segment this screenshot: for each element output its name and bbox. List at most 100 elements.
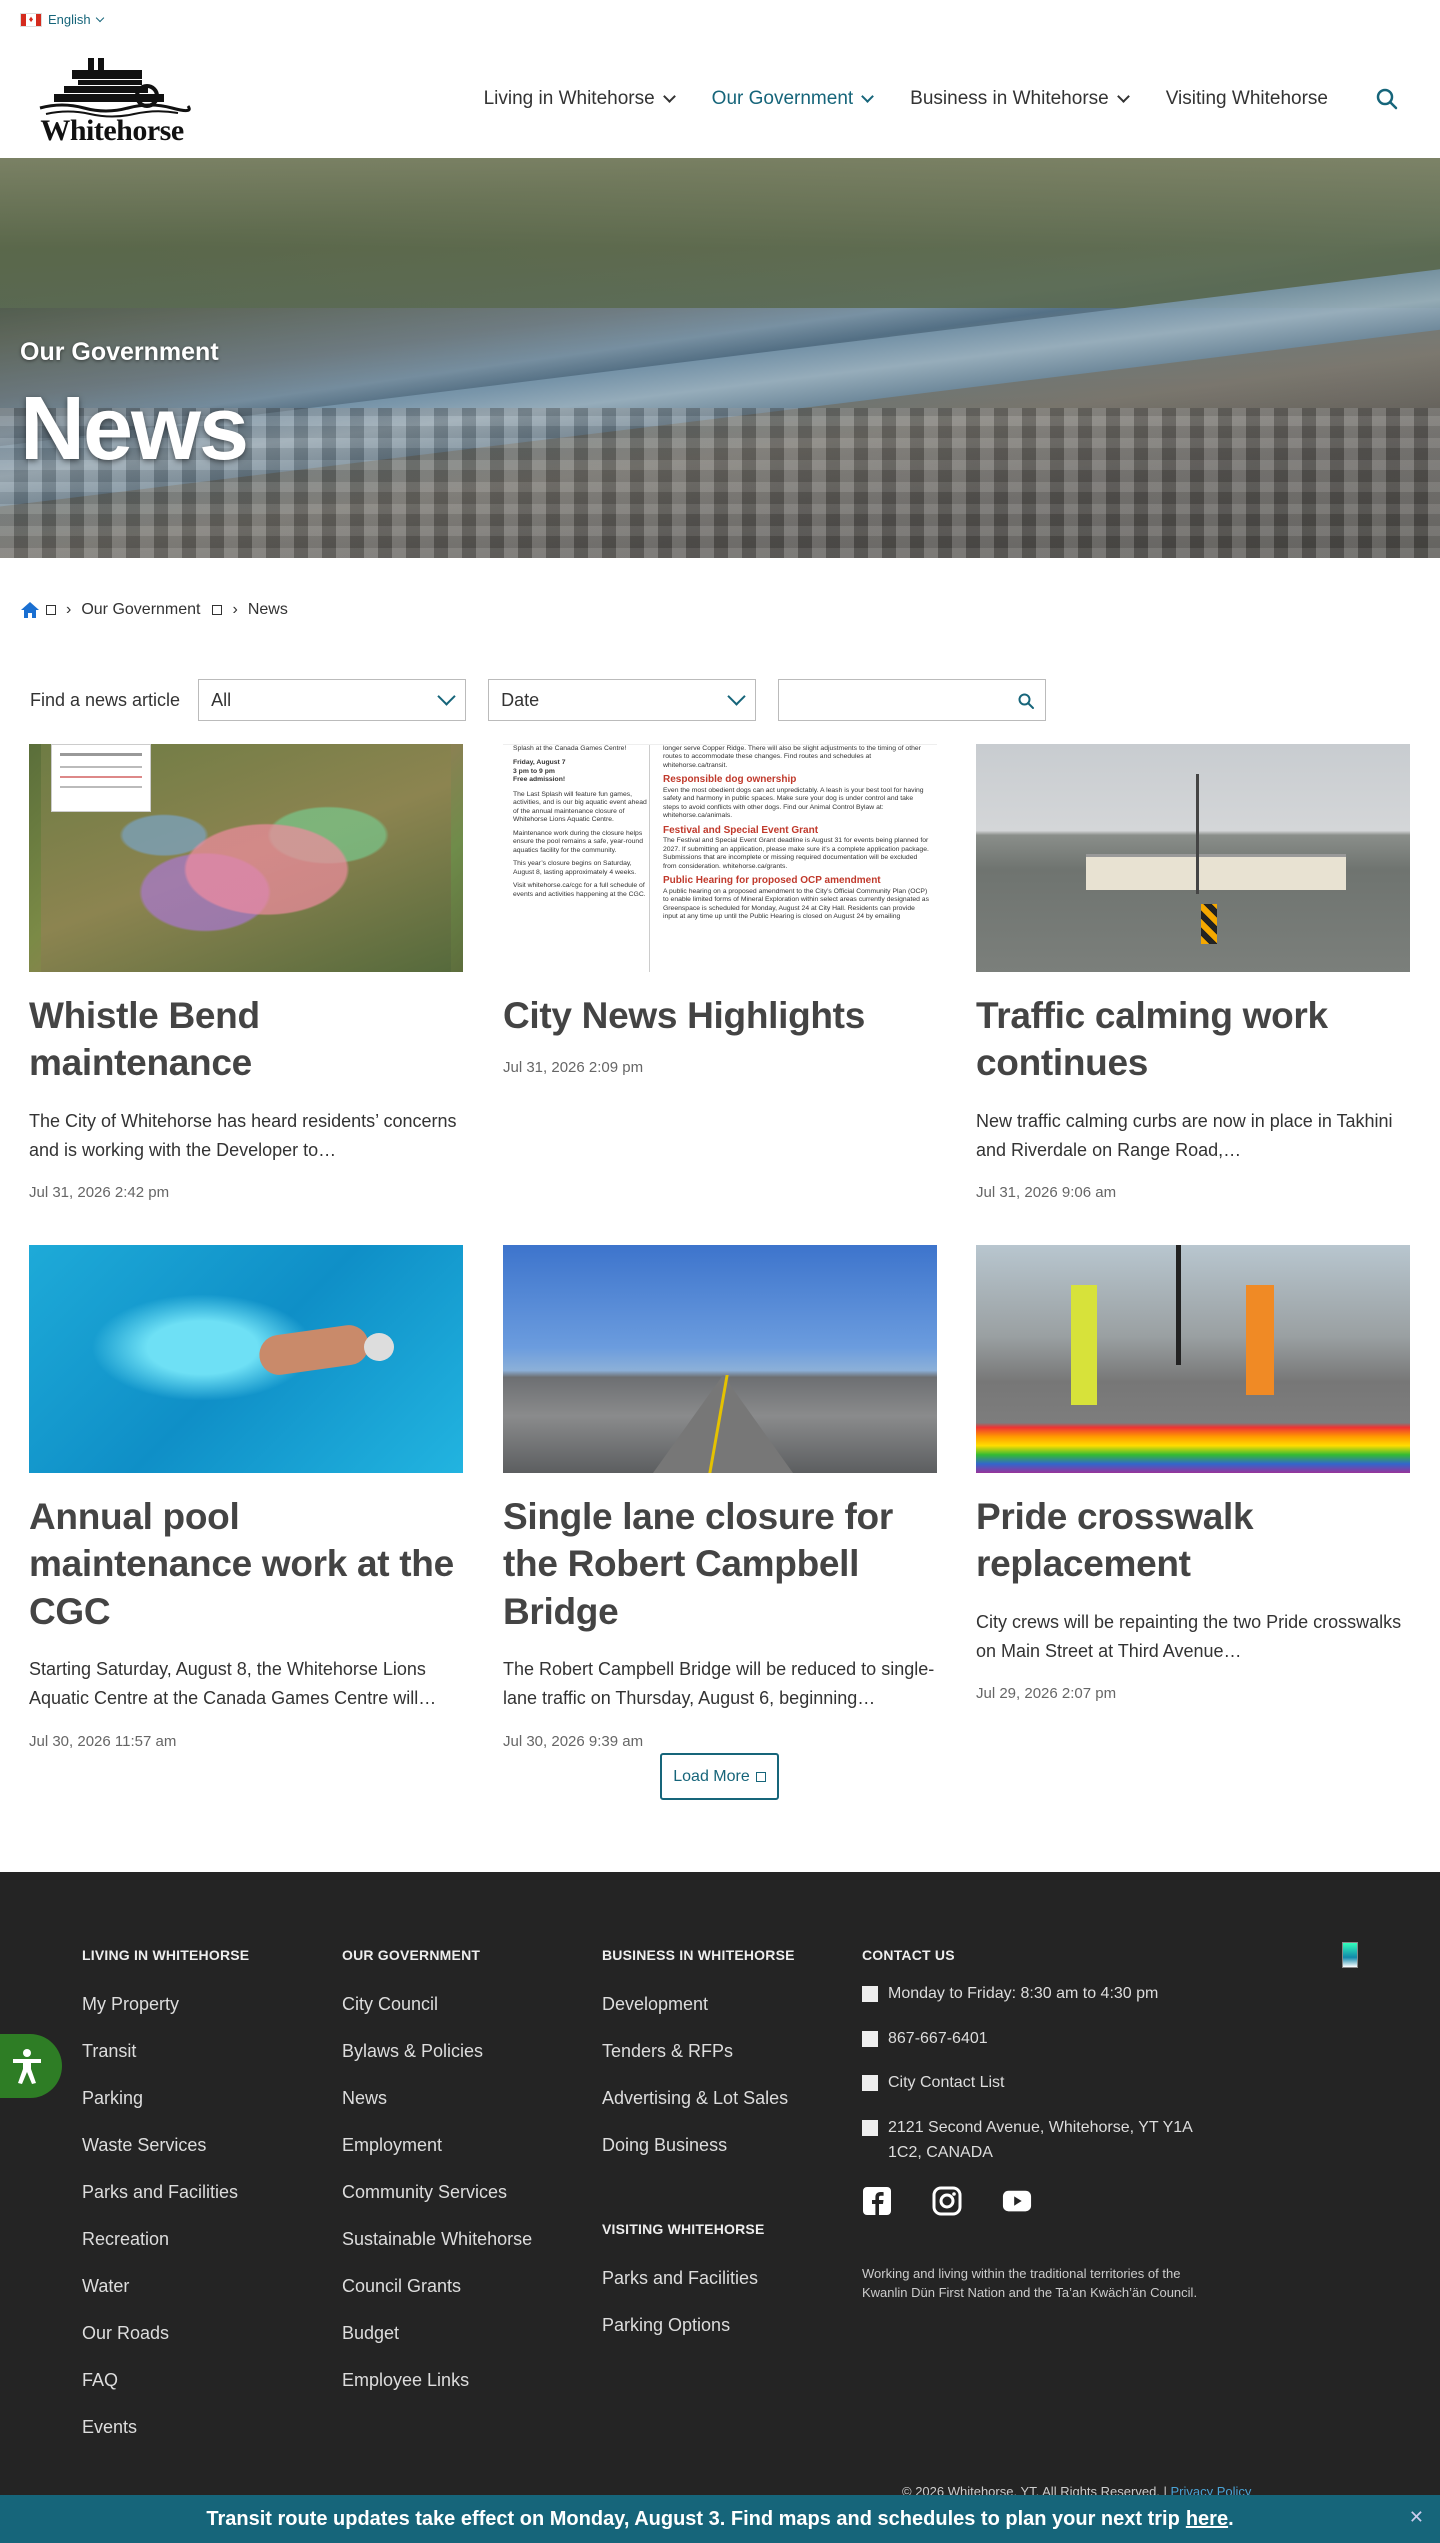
footer-col-living: Living in Whitehorse My Property Transit… [82,1947,249,2451]
footer-link[interactable]: Development [602,1981,795,2028]
contact-text: City Contact List [888,2074,1005,2092]
nav-label: Our Government [711,88,854,109]
card-title[interactable]: Whistle Bend maintenance [29,992,463,1087]
external-link-icon [212,605,223,615]
breadcrumb-separator: › [232,601,238,618]
footer-link[interactable]: Advertising & Lot Sales [602,2075,795,2122]
contact-phone[interactable]: 867-667-6401 [862,2026,1212,2052]
card-title[interactable]: City News Highlights [503,992,937,1039]
contact-text: 867-667-6401 [888,2029,988,2047]
footer-link[interactable]: Our Roads [82,2310,249,2357]
footer-link[interactable]: Parks and Facilities [602,2255,795,2302]
footer-link[interactable]: Parking Options [602,2302,795,2349]
footer-link[interactable]: Council Grants [342,2263,532,2310]
nav-visiting[interactable]: Visiting Whitehorse [1166,88,1328,110]
doc-text: This year’s closure begins on Saturday, … [513,860,637,876]
footer-link[interactable]: City Council [342,1981,532,2028]
nav-business[interactable]: Business in Whitehorse [910,88,1130,110]
footer-link[interactable]: Recreation [82,2216,249,2263]
badge-icon[interactable] [1342,1942,1358,1968]
footer-link[interactable]: Tenders & RFPs [602,2028,795,2075]
footer-link[interactable]: Bylaws & Policies [342,2028,532,2075]
card-thumbnail[interactable] [503,1245,937,1473]
nav-label: Business in Whitehorse [910,88,1109,109]
contact-hours: Monday to Friday: 8:30 am to 4:30 pm [862,1981,1212,2007]
card-title[interactable]: Single lane closure for the Robert Campb… [503,1493,937,1635]
card-title[interactable]: Pride crosswalk replacement [976,1493,1410,1588]
card-title[interactable]: Annual pool maintenance work at the CGC [29,1493,463,1635]
footer-heading: Contact Us [862,1947,955,1963]
doc-text: Even the most obedient dogs can act unpr… [663,786,924,820]
footer-link[interactable]: Parks and Facilities [82,2169,249,2216]
date-select[interactable]: Date [488,679,757,721]
doc-heading: Public Hearing for proposed OCP amendmen… [663,875,881,887]
footer-heading: Our Government [342,1947,481,1963]
news-search-input[interactable] [779,680,1046,720]
card-thumbnail[interactable]: Splash at the Canada Games Centre! Frida… [503,744,937,972]
chevron-down-icon [662,90,676,103]
news-card[interactable]: Single lane closure for the Robert Campb… [503,1245,937,1750]
news-card[interactable]: Whistle Bend maintenance The City of Whi… [29,744,463,1201]
doc-text: Visit whitehorse.ca/cgc for a full sched… [513,882,646,898]
footer-col-government: Our Government City Council Bylaws & Pol… [342,1947,532,2404]
card-thumbnail[interactable] [29,744,463,972]
card-thumbnail[interactable] [29,1245,463,1473]
close-icon[interactable]: ✕ [1409,2507,1424,2528]
site-logo[interactable]: Whitehorse [32,56,192,148]
footer-link[interactable]: Events [82,2404,249,2451]
search-icon[interactable] [1374,86,1400,112]
accessibility-icon[interactable] [0,2034,62,2098]
alert-link[interactable]: here [1186,2508,1228,2531]
footer-link[interactable]: Sustainable Whitehorse [342,2216,532,2263]
card-title[interactable]: Traffic calming work continues [976,992,1410,1087]
home-icon[interactable] [20,601,56,619]
footer-link[interactable]: Budget [342,2310,532,2357]
footer-link[interactable]: Parking [82,2075,249,2122]
doc-text: Free admission! [513,776,566,784]
footer-link[interactable]: FAQ [82,2357,249,2404]
footer-link[interactable]: News [342,2075,532,2122]
instagram-icon[interactable] [932,2186,962,2216]
doc-text: A public hearing on a proposed amendment… [663,887,929,921]
logo-wordmark: Whitehorse [40,114,184,147]
contact-address: 2121 Second Avenue, Whitehorse, YT Y1A 1… [862,2115,1212,2166]
load-more-button[interactable]: Load More [660,1753,779,1800]
news-search-field[interactable] [778,679,1047,721]
news-card[interactable]: Traffic calming work continues New traff… [976,744,1410,1201]
main-nav: Living in Whitehorse Our Government Busi… [484,86,1400,112]
language-selector[interactable]: ♦ English [20,12,104,27]
nav-government[interactable]: Our Government [711,88,875,110]
card-description: New traffic calming curbs are now in pla… [976,1110,1393,1160]
list-icon [862,2075,878,2092]
footer-link[interactable]: Community Services [342,2169,532,2216]
location-icon [862,2119,878,2136]
news-card[interactable]: Splash at the Canada Games Centre! Frida… [503,744,937,1076]
breadcrumb-item-government[interactable]: Our Government [81,601,200,619]
traffic-marker-image [1201,904,1217,944]
category-select[interactable]: All [198,679,467,721]
card-description: The Robert Campbell Bridge will be reduc… [503,1659,935,1708]
contact-text: 2121 Second Avenue, Whitehorse, YT Y1A 1… [888,2118,1192,2162]
footer-link[interactable]: Waste Services [82,2122,249,2169]
footer-link[interactable]: Water [82,2263,249,2310]
news-card[interactable]: Annual pool maintenance work at the CGC … [29,1245,463,1750]
nav-label: Visiting Whitehorse [1165,88,1328,109]
youtube-icon[interactable] [1002,2186,1032,2216]
breadcrumb-separator: › [66,601,72,618]
footer-link[interactable]: Doing Business [602,2122,795,2169]
footer-link[interactable]: My Property [82,1981,249,2028]
card-thumbnail[interactable] [976,744,1410,972]
footer-link[interactable]: Employment [342,2122,532,2169]
footer-link[interactable]: Transit [82,2028,249,2075]
card-date: Jul 29, 2026 2:07 pm [976,1685,1117,1703]
nav-living[interactable]: Living in Whitehorse [484,88,676,110]
footer-link[interactable]: Employee Links [342,2357,532,2404]
map-legend [51,744,151,812]
search-icon[interactable] [1017,692,1035,710]
card-thumbnail[interactable] [976,1245,1410,1473]
doc-text: Maintenance work during the closure help… [513,829,643,854]
breadcrumb-item-news: News [247,601,288,618]
facebook-icon[interactable] [862,2186,892,2216]
contact-list[interactable]: City Contact List [862,2070,1212,2096]
news-card[interactable]: Pride crosswalk replacement City crews w… [976,1245,1410,1702]
